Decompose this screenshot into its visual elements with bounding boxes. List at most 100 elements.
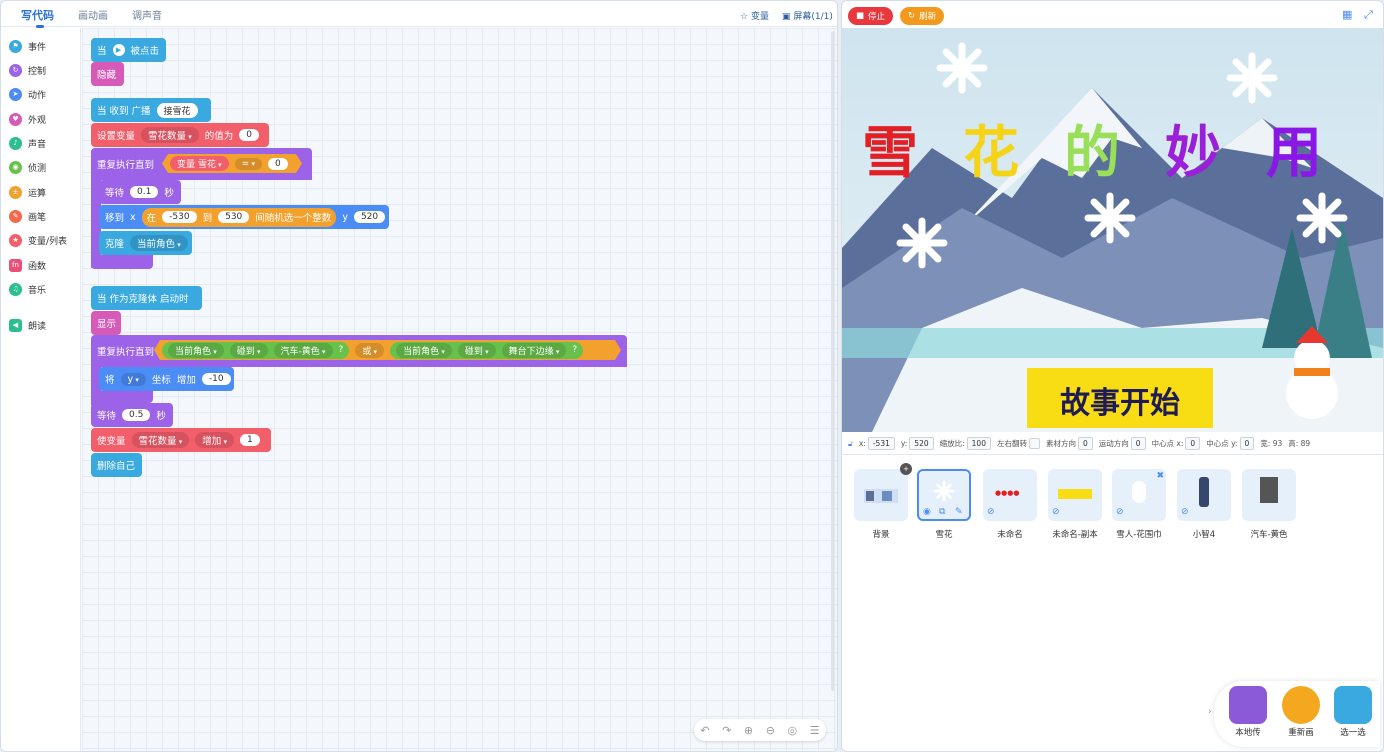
reset-zoom-icon[interactable]: ◎ xyxy=(788,724,798,737)
variable-dropdown[interactable]: 雪花数量 xyxy=(141,127,199,143)
touching-dropdown[interactable]: 碰到 xyxy=(230,343,268,358)
material-direction-input[interactable]: 0 xyxy=(1077,437,1093,450)
or-operator[interactable]: 当前角色碰到汽车-黄色? 或 当前角色碰到舞台下边缘? xyxy=(154,340,621,360)
variables-button[interactable]: ☆ 变量 xyxy=(740,9,769,22)
y-input[interactable]: 520 xyxy=(909,437,934,450)
zoom-out-icon[interactable]: ⊖ xyxy=(766,724,775,737)
pick-sprite-button[interactable]: 选一选 xyxy=(1328,686,1378,738)
layout-icon[interactable]: ▦ xyxy=(1342,8,1352,21)
code-workspace[interactable]: 当▶被点击 隐藏 当 收到 广播接雪花 设置变量雪花数量的值为0 重复执行直到 … xyxy=(82,28,837,751)
sprite-card-xiaozhi[interactable]: ⊘ xyxy=(1177,469,1231,521)
flip-checkbox[interactable] xyxy=(1028,438,1040,449)
lock-icon[interactable]: 🔓︎ xyxy=(848,439,853,449)
sprite-card-snowman[interactable]: ✖ ⊘ xyxy=(1112,469,1166,521)
close-icon[interactable]: ✖ xyxy=(1156,471,1164,481)
equals-operator[interactable]: 变量 雪花 = 0 xyxy=(162,154,302,173)
variable-reporter[interactable]: 变量 雪花 xyxy=(170,156,229,171)
fullscreen-icon[interactable]: ⤢ xyxy=(1364,8,1373,22)
random-to-input[interactable]: 530 xyxy=(218,211,250,223)
compare-value-input[interactable]: 0 xyxy=(268,158,288,170)
sprite-dropdown[interactable]: 当前角色 xyxy=(168,343,224,358)
tab-animation[interactable]: 画动画 xyxy=(78,7,108,22)
touching-condition[interactable]: 当前角色碰到汽车-黄色? xyxy=(162,342,349,359)
target-dropdown[interactable]: 汽车-黄色 xyxy=(274,343,333,358)
sprite-dropdown[interactable]: 当前角色 xyxy=(396,343,452,358)
x-input[interactable]: -531 xyxy=(867,437,895,450)
screen-button[interactable]: ▣ 屏幕(1/1) xyxy=(782,9,833,22)
upload-local-button[interactable]: 本地传 xyxy=(1223,686,1273,738)
category-read-aloud[interactable]: ◀ 朗读 xyxy=(9,317,46,333)
tidy-icon[interactable]: ☰ xyxy=(810,724,820,737)
stop-button[interactable]: ■ 停止 xyxy=(848,7,894,25)
category-control[interactable]: ↻ 控制 xyxy=(9,62,46,78)
hidden-icon[interactable]: ⊘ xyxy=(987,507,995,517)
when-start-as-clone-block[interactable]: 当 作为克隆体 启动时 xyxy=(91,286,202,310)
visibility-icon[interactable]: ◉ xyxy=(923,507,931,517)
center-y-input[interactable]: 0 xyxy=(1239,437,1255,450)
category-pen[interactable]: ✎ 画笔 xyxy=(9,208,46,224)
hidden-icon[interactable]: ⊘ xyxy=(1052,507,1060,517)
move-to-block[interactable]: 移到 x 在 -530 到 530 间随机选一个整数 y 520 xyxy=(99,205,389,229)
show-block[interactable]: 显示 xyxy=(91,311,121,335)
category-looks[interactable]: ♥ 外观 xyxy=(9,111,46,127)
stage-canvas[interactable]: 雪 花 的 妙 用 故事开始 xyxy=(842,28,1383,432)
random-from-input[interactable]: -530 xyxy=(162,211,197,223)
hidden-icon[interactable]: ⊘ xyxy=(1116,507,1124,517)
category-functions[interactable]: fn 函数 xyxy=(9,257,46,273)
background-card[interactable]: + xyxy=(854,463,912,521)
center-x-input[interactable]: 0 xyxy=(1185,437,1201,450)
random-operator[interactable]: 在 -530 到 530 间随机选一个整数 xyxy=(141,207,337,227)
wait-input[interactable]: 0.1 xyxy=(130,186,159,198)
workspace-scrollbar[interactable] xyxy=(831,31,835,691)
change-amount-input[interactable]: 1 xyxy=(240,434,260,446)
category-sound[interactable]: ♪ 声音 xyxy=(9,135,46,151)
op-dropdown[interactable]: 增加 xyxy=(195,432,235,448)
clone-block[interactable]: 克隆 当前角色 xyxy=(99,231,192,255)
touching-dropdown[interactable]: 碰到 xyxy=(458,343,496,358)
when-receive-block[interactable]: 当 收到 广播 接雪花 xyxy=(91,98,211,122)
copy-icon[interactable]: ⧉ xyxy=(939,507,945,517)
variable-dropdown[interactable]: 雪花数量 xyxy=(131,432,190,448)
category-sensing[interactable]: ◉ 侦测 xyxy=(9,159,46,175)
sprite-card-snowflake[interactable]: ◉ ⧉ ✎ xyxy=(917,469,971,521)
touching-condition[interactable]: 当前角色碰到舞台下边缘? xyxy=(390,342,583,359)
category-operators[interactable]: ± 运算 xyxy=(9,184,46,200)
collapse-icon[interactable]: › xyxy=(1208,707,1212,717)
change-variable-block[interactable]: 使变量雪花数量增加 1 xyxy=(91,428,271,452)
delete-clone-block[interactable]: 删除自己 xyxy=(91,453,142,477)
hide-block[interactable]: 隐藏 xyxy=(91,62,124,86)
category-events[interactable]: ⚑ 事件 xyxy=(9,38,46,54)
refresh-button[interactable]: ↻ 刷新 xyxy=(900,7,945,25)
change-value-input[interactable]: -10 xyxy=(201,373,231,385)
hidden-icon[interactable]: ⊘ xyxy=(1181,507,1189,517)
y-input[interactable]: 520 xyxy=(353,211,386,223)
sprite-card-unnamed-copy[interactable]: ⊘ xyxy=(1048,469,1102,521)
set-variable-block[interactable]: 设置变量雪花数量的值为 0 xyxy=(91,123,269,147)
wait-block[interactable]: 等待 0.5 秒 xyxy=(91,403,173,427)
redo-icon[interactable]: ↷ xyxy=(722,724,731,737)
category-music[interactable]: ♫ 音乐 xyxy=(9,281,46,297)
operator-dropdown[interactable]: = xyxy=(235,158,262,170)
category-motion[interactable]: ➤ 动作 xyxy=(9,86,46,102)
tab-code[interactable]: 写代码 xyxy=(21,7,54,28)
broadcast-dropdown[interactable]: 接雪花 xyxy=(156,102,198,118)
move-direction-input[interactable]: 0 xyxy=(1130,437,1146,450)
category-variables[interactable]: ★ 变量/列表 xyxy=(9,232,67,248)
sprite-card-car[interactable] xyxy=(1242,469,1296,521)
when-flag-clicked-block[interactable]: 当 ▶ 被点击 xyxy=(91,38,166,62)
axis-dropdown[interactable]: y xyxy=(120,372,146,386)
zoom-in-icon[interactable]: ⊕ xyxy=(744,724,753,737)
change-y-block[interactable]: 将y 坐标增加 -10 xyxy=(99,367,234,391)
clone-target-dropdown[interactable]: 当前角色 xyxy=(130,235,188,251)
wait-block[interactable]: 等待 0.1 秒 xyxy=(99,180,181,204)
sprite-card-unnamed[interactable]: ●●●● ⊘ xyxy=(983,469,1037,521)
wait-input[interactable]: 0.5 xyxy=(122,409,151,421)
logic-dropdown[interactable]: 或 xyxy=(355,343,384,358)
scale-input[interactable]: 100 xyxy=(966,437,991,450)
edit-icon[interactable]: ✎ xyxy=(955,507,963,517)
value-input[interactable]: 0 xyxy=(239,129,260,141)
tab-sound[interactable]: 调声音 xyxy=(132,7,162,22)
undo-icon[interactable]: ↶ xyxy=(700,724,709,737)
target-dropdown[interactable]: 舞台下边缘 xyxy=(502,343,567,358)
redraw-button[interactable]: 重新画 xyxy=(1276,686,1326,738)
